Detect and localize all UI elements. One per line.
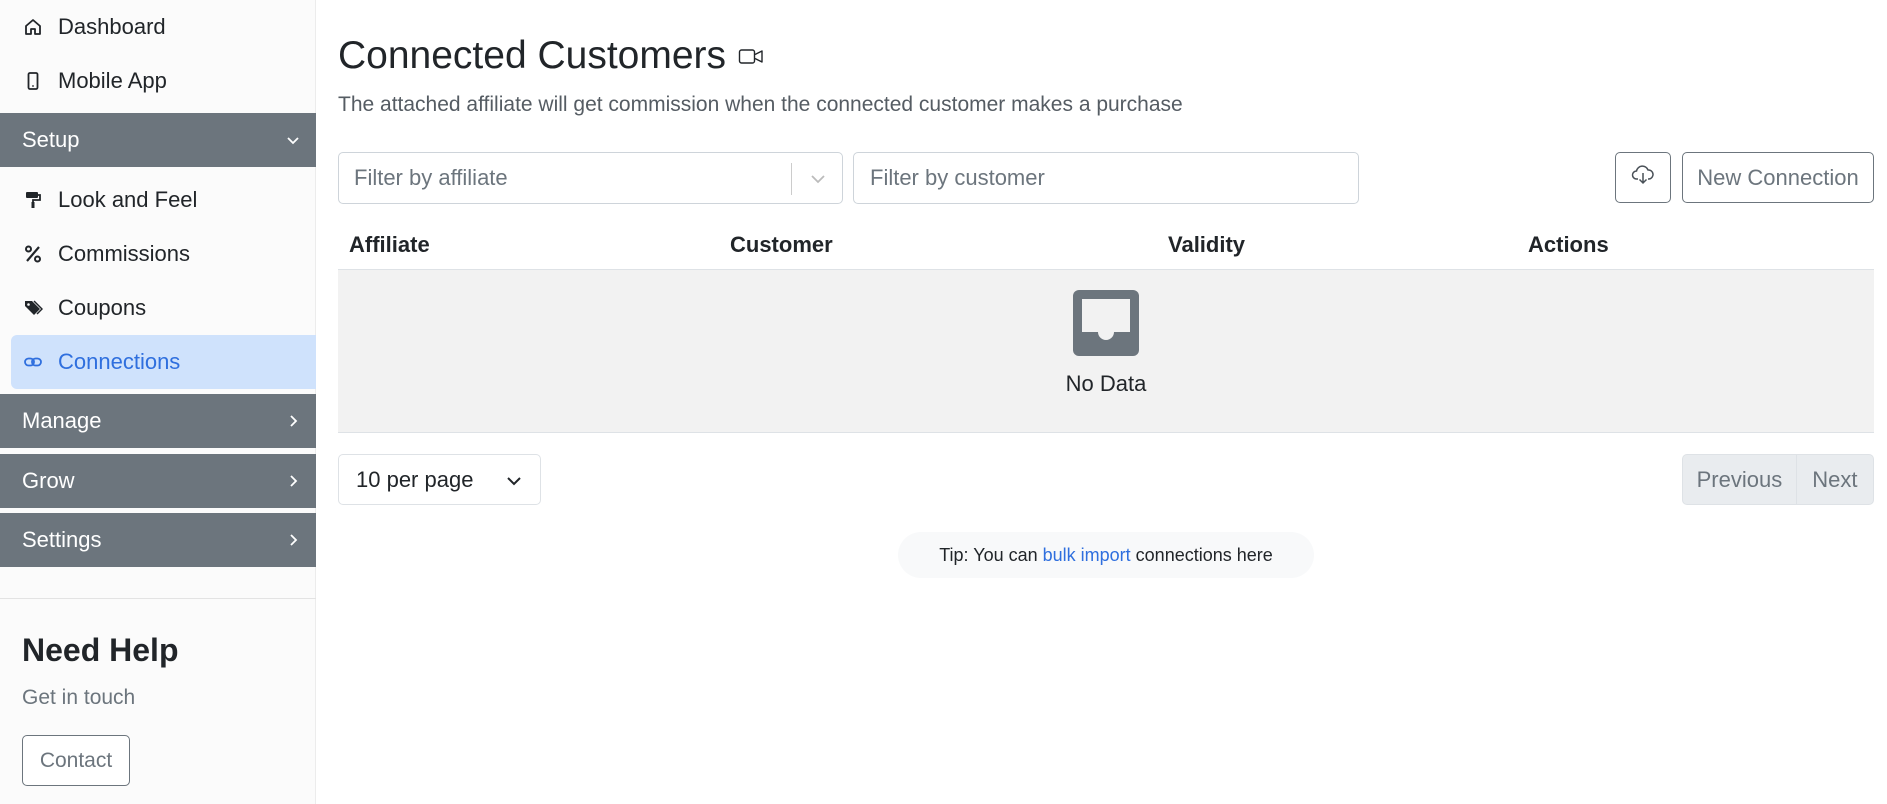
main-content: Connected Customers The attached affilia… [338, 0, 1874, 804]
sidebar-item-commissions[interactable]: Commissions [0, 227, 316, 281]
cloud-download-icon [1631, 164, 1655, 191]
previous-page-button[interactable]: Previous [1683, 455, 1797, 504]
paint-roller-icon [22, 189, 44, 211]
tip-suffix: connections here [1135, 544, 1273, 565]
per-page-value: 10 per page [356, 466, 474, 492]
section-label: Grow [22, 468, 75, 493]
tags-icon [22, 297, 44, 319]
inbox-icon [1073, 290, 1139, 356]
chevron-down-icon[interactable] [810, 171, 826, 187]
column-header-customer[interactable]: Customer [730, 232, 833, 258]
filter-affiliate-placeholder: Filter by affiliate [354, 165, 508, 190]
sidebar-item-look-and-feel[interactable]: Look and Feel [0, 173, 316, 227]
bulk-import-link[interactable]: bulk import [1043, 545, 1131, 566]
sidebar-item-connections[interactable]: Connections [11, 335, 316, 389]
column-header-affiliate[interactable]: Affiliate [349, 232, 430, 258]
download-button[interactable] [1615, 152, 1671, 203]
next-page-button[interactable]: Next [1797, 455, 1873, 504]
home-icon [22, 16, 44, 38]
sidebar-item-label: Coupons [58, 295, 147, 320]
table-header: Affiliate Customer Validity Actions [338, 222, 1874, 270]
new-connection-button[interactable]: New Connection [1682, 152, 1874, 203]
contact-button[interactable]: Contact [22, 735, 130, 786]
sidebar-section-settings[interactable]: Settings [0, 513, 316, 567]
sidebar-item-mobile-app[interactable]: Mobile App [0, 54, 316, 108]
chevron-down-icon [506, 473, 522, 489]
tip-banner: Tip: You can bulk import connections her… [898, 532, 1314, 578]
sidebar-section-grow[interactable]: Grow [0, 454, 316, 508]
page-title: Connected Customers [338, 34, 764, 78]
phone-icon [22, 70, 44, 92]
sidebar-item-label: Connections [58, 349, 181, 374]
column-header-validity[interactable]: Validity [1168, 232, 1245, 258]
sidebar-item-label: Dashboard [58, 14, 166, 39]
no-data-text: No Data [1065, 371, 1147, 396]
chevron-right-icon [286, 414, 300, 428]
percent-icon [22, 243, 44, 265]
sidebar-section-manage[interactable]: Manage [0, 394, 316, 448]
sidebar-section-setup[interactable]: Setup [0, 113, 316, 167]
sidebar-item-label: Commissions [58, 241, 191, 266]
filter-customer-input[interactable] [853, 152, 1359, 204]
select-separator [791, 163, 792, 195]
column-header-actions: Actions [1528, 232, 1609, 257]
sidebar-item-label: Mobile App [58, 68, 167, 93]
sidebar: Dashboard Mobile App Setup Look and Feel… [0, 0, 316, 804]
link-icon [22, 351, 44, 373]
chevron-right-icon [286, 474, 300, 488]
sidebar-item-coupons[interactable]: Coupons [0, 281, 316, 335]
sidebar-item-label: Look and Feel [58, 187, 198, 212]
page-title-text: Connected Customers [338, 34, 727, 77]
filter-affiliate-select[interactable]: Filter by affiliate [338, 152, 843, 204]
section-label: Manage [22, 408, 102, 433]
chevron-right-icon [286, 533, 300, 547]
per-page-select[interactable]: 10 per page [338, 454, 541, 505]
chevron-down-icon [286, 133, 300, 147]
video-camera-icon[interactable] [738, 46, 764, 66]
help-title: Need Help [22, 632, 179, 668]
sidebar-divider [0, 598, 316, 599]
section-label: Setup [22, 127, 80, 152]
sidebar-item-dashboard[interactable]: Dashboard [0, 0, 316, 54]
table-empty-state: No Data [338, 270, 1874, 433]
page-subtitle: The attached affiliate will get commissi… [338, 93, 1183, 116]
tip-prefix: Tip: You can [939, 544, 1038, 565]
pagination: Previous Next [1682, 454, 1874, 505]
help-subtitle: Get in touch [22, 686, 136, 709]
section-label: Settings [22, 527, 102, 552]
